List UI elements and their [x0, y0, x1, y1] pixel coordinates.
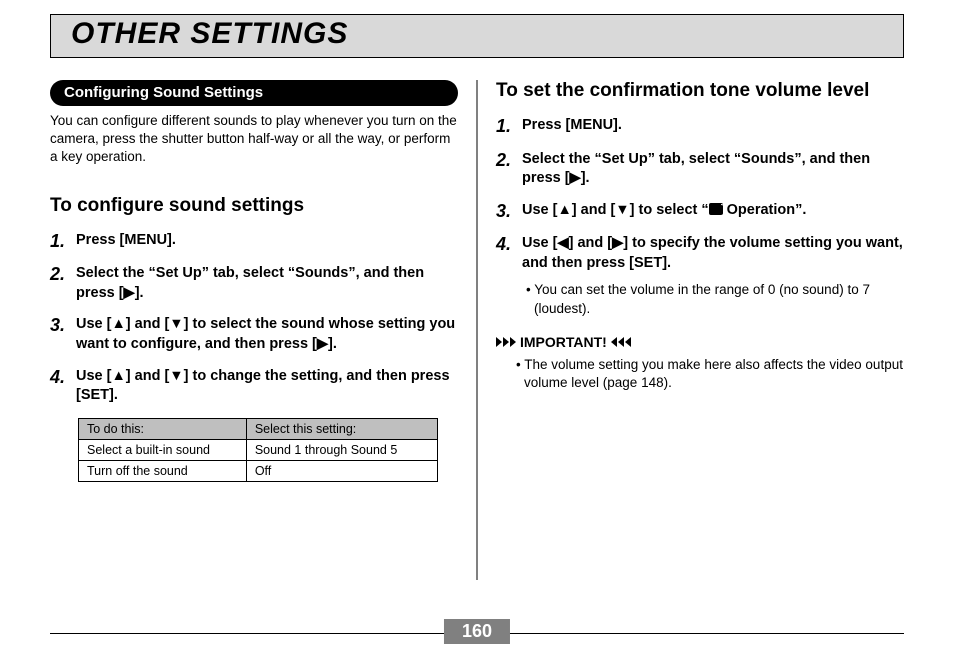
section-pill: Configuring Sound Settings [50, 80, 458, 106]
step-number: 4. [50, 367, 76, 406]
section-intro: You can configure different sounds to pl… [50, 112, 458, 167]
table-cell: Turn off the sound [79, 460, 247, 481]
steps-volume: 1.Press [MENU]. 2.Select the “Set Up” ta… [496, 116, 904, 318]
table-row: Select a built-in sound Sound 1 through … [79, 439, 438, 460]
step-text-pre: Use [▲] and [▼] to select “ [522, 202, 709, 218]
step-text: Select the “Set Up” tab, select “Sounds”… [522, 150, 904, 189]
important-block: IMPORTANT! • The volume setting you make… [496, 334, 904, 392]
important-label: IMPORTANT! [520, 334, 607, 350]
arrow-right-icon [496, 337, 516, 347]
page-footer: 160 [50, 633, 904, 634]
step-number: 2. [496, 150, 522, 189]
left-column: Configuring Sound Settings You can confi… [50, 80, 476, 580]
step-number: 1. [50, 231, 76, 253]
table-cell: Select a built-in sound [79, 439, 247, 460]
step-text: Press [MENU]. [522, 116, 622, 138]
step-number: 2. [50, 264, 76, 303]
step: 4.Use [◀] and [▶] to specify the volume … [496, 234, 904, 318]
table-header: Select this setting: [246, 418, 437, 439]
step: 2.Select the “Set Up” tab, select “Sound… [50, 264, 458, 303]
step: 2.Select the “Set Up” tab, select “Sound… [496, 150, 904, 189]
step-number: 3. [50, 315, 76, 354]
important-heading: IMPORTANT! [496, 334, 904, 350]
table-cell: Off [246, 460, 437, 481]
steps-configure: 1.Press [MENU]. 2.Select the “Set Up” ta… [50, 231, 458, 406]
step: 3.Use [▲] and [▼] to select “ Operation”… [496, 201, 904, 223]
speaker-icon [709, 203, 723, 215]
step: 3.Use [▲] and [▼] to select the sound wh… [50, 315, 458, 354]
arrow-left-icon [611, 337, 631, 347]
step-text-post: Operation”. [723, 202, 807, 218]
right-column: To set the confirmation tone volume leve… [478, 80, 904, 580]
step-number: 3. [496, 201, 522, 223]
important-item: • The volume setting you make here also … [516, 356, 904, 392]
settings-table: To do this: Select this setting: Select … [78, 418, 438, 482]
step: 4.Use [▲] and [▼] to change the setting,… [50, 367, 458, 406]
table-header: To do this: [79, 418, 247, 439]
title-bar: OTHER SETTINGS [50, 14, 904, 58]
table-header-row: To do this: Select this setting: [79, 418, 438, 439]
step-text: Select the “Set Up” tab, select “Sounds”… [76, 264, 458, 303]
table-row: Turn off the sound Off [79, 460, 438, 481]
step: 1.Press [MENU]. [496, 116, 904, 138]
subheading-volume: To set the confirmation tone volume leve… [496, 80, 904, 102]
step-text: Use [▲] and [▼] to select “ Operation”. [522, 201, 806, 223]
step-note: • You can set the volume in the range of… [522, 281, 904, 317]
page-number: 160 [444, 619, 510, 644]
step-text: Use [▲] and [▼] to change the setting, a… [76, 367, 458, 406]
manual-page: OTHER SETTINGS Configuring Sound Setting… [0, 14, 954, 660]
step-number: 4. [496, 234, 522, 318]
table-cell: Sound 1 through Sound 5 [246, 439, 437, 460]
subheading-configure: To configure sound settings [50, 195, 458, 217]
step-text: Use [▲] and [▼] to select the sound whos… [76, 315, 458, 354]
step: 1.Press [MENU]. [50, 231, 458, 253]
step-number: 1. [496, 116, 522, 138]
step-main-text: Use [◀] and [▶] to specify the volume se… [522, 235, 903, 271]
content-columns: Configuring Sound Settings You can confi… [50, 80, 904, 580]
step-text: Use [◀] and [▶] to specify the volume se… [522, 234, 904, 318]
page-title: OTHER SETTINGS [71, 17, 903, 51]
step-text: Press [MENU]. [76, 231, 176, 253]
